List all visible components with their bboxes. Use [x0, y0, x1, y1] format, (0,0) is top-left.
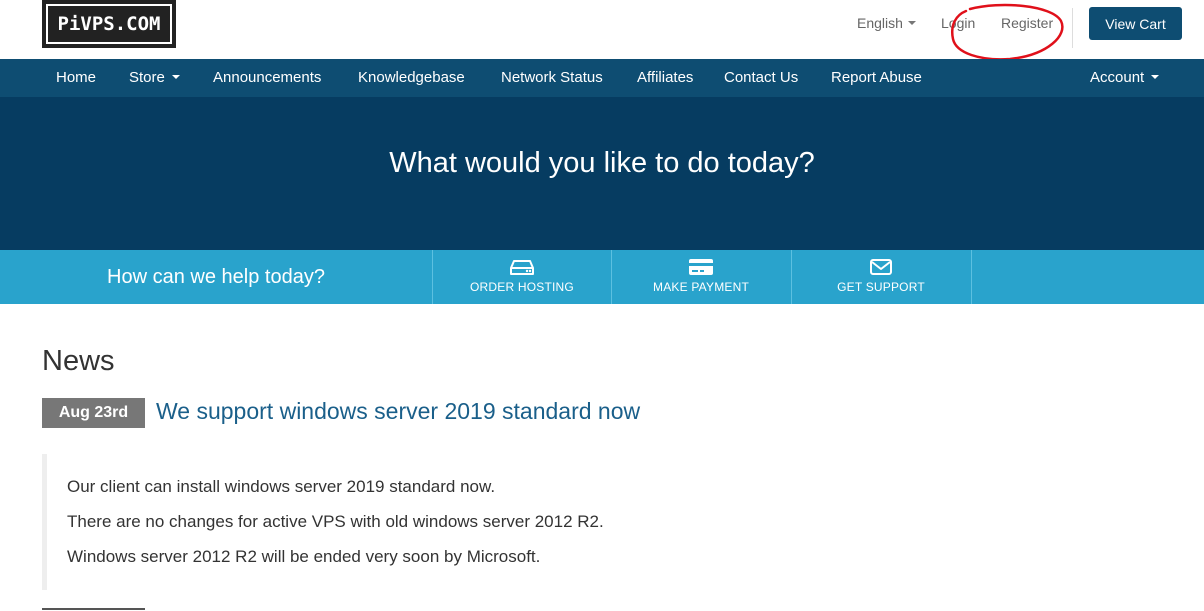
help-bar-divider	[971, 250, 972, 304]
language-selector[interactable]: English	[857, 14, 916, 32]
nav-item-announcements[interactable]: Announcements	[213, 59, 321, 97]
logo-text: PiVPS.COM	[46, 4, 172, 44]
order-hosting-label: ORDER HOSTING	[470, 280, 574, 294]
nav-item-account[interactable]: Account	[1090, 59, 1160, 97]
nav-item-network-status[interactable]: Network Status	[501, 59, 603, 97]
nav-item-store-label: Store	[129, 69, 165, 86]
header-divider	[1072, 8, 1073, 48]
nav-item-contact-us[interactable]: Contact Us	[724, 59, 798, 97]
news-headline-link[interactable]: We support windows server 2019 standard …	[156, 396, 640, 426]
view-cart-button[interactable]: View Cart	[1089, 7, 1182, 40]
site-header: PiVPS.COM English Login Register View Ca…	[0, 0, 1204, 61]
news-line: There are no changes for active VPS with…	[67, 512, 604, 531]
make-payment-label: MAKE PAYMENT	[653, 280, 749, 294]
login-link[interactable]: Login	[941, 14, 975, 32]
caret-down-icon	[1151, 75, 1160, 80]
envelope-icon	[870, 259, 892, 275]
hdd-icon	[510, 260, 534, 275]
register-link[interactable]: Register	[1001, 14, 1053, 32]
date-badge: Aug 23rd	[42, 398, 145, 428]
order-hosting-button[interactable]: ORDER HOSTING	[432, 250, 611, 304]
nav-item-store[interactable]: Store	[129, 59, 180, 97]
caret-down-icon	[907, 21, 916, 26]
news-line: Our client can install windows server 20…	[67, 477, 496, 496]
credit-card-icon	[689, 259, 713, 275]
get-support-label: GET SUPPORT	[837, 280, 925, 294]
nav-item-report-abuse[interactable]: Report Abuse	[831, 59, 922, 97]
main-nav: Home Store Announcements Knowledgebase N…	[0, 59, 1204, 97]
make-payment-button[interactable]: MAKE PAYMENT	[611, 250, 790, 304]
news-body: Our client can install windows server 20…	[42, 454, 742, 590]
hero-title: What would you like to do today?	[389, 147, 815, 179]
caret-down-icon	[171, 75, 180, 80]
site-logo[interactable]: PiVPS.COM	[42, 0, 176, 48]
hero-banner: What would you like to do today?	[0, 97, 1204, 250]
help-bar: How can we help today? ORDER HOSTING MAK…	[0, 250, 1204, 304]
news-title: News	[42, 345, 115, 377]
nav-item-account-label: Account	[1090, 69, 1145, 86]
news-line: Windows server 2012 R2 will be ended ver…	[67, 547, 541, 566]
help-prompt: How can we help today?	[107, 266, 325, 288]
language-label: English	[857, 15, 903, 31]
nav-item-knowledgebase[interactable]: Knowledgebase	[358, 59, 465, 97]
nav-item-home[interactable]: Home	[56, 59, 96, 97]
nav-item-affiliates[interactable]: Affiliates	[637, 59, 693, 97]
get-support-button[interactable]: GET SUPPORT	[791, 250, 970, 304]
section-divider	[42, 608, 145, 610]
red-annotation-circle	[951, 3, 1064, 61]
